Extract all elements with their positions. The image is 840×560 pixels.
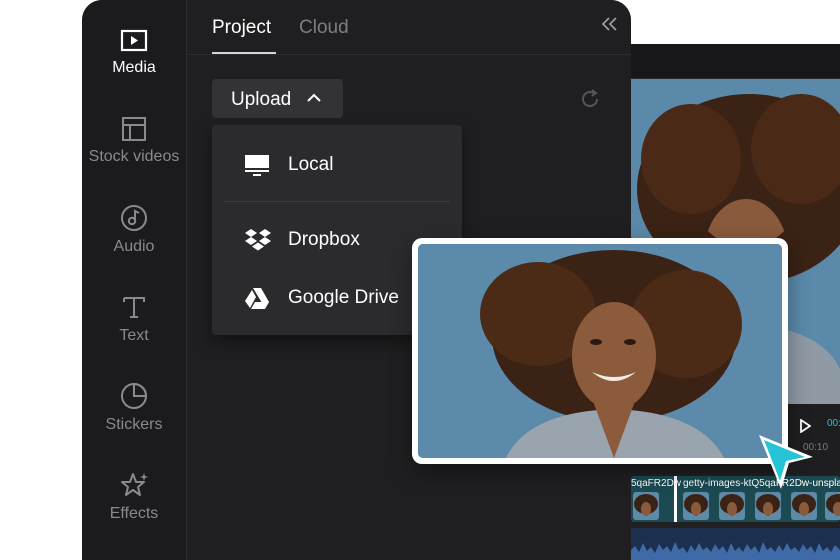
dragged-media-card[interactable] <box>412 238 788 464</box>
clip-thumbnail <box>791 492 817 520</box>
clip-thumbnail <box>633 492 659 520</box>
clip-thumbnail <box>825 492 840 520</box>
rail-item-label: Audio <box>113 238 155 255</box>
rail-item-media[interactable]: Media <box>82 29 186 77</box>
upload-label: Upload <box>231 89 292 110</box>
menu-divider <box>224 201 450 202</box>
clip-thumbnail <box>719 492 745 520</box>
clip-thumbnail <box>683 492 709 520</box>
rail-item-stickers[interactable]: Stickers <box>82 382 186 434</box>
upload-button[interactable]: Upload <box>212 79 343 118</box>
dropbox-icon <box>245 229 271 251</box>
rail-item-label: Stock videos <box>88 148 180 165</box>
google-drive-icon <box>245 288 269 309</box>
monitor-icon <box>245 155 269 176</box>
clip-thumbnail <box>755 492 781 520</box>
rail-item-audio[interactable]: Audio <box>82 204 186 256</box>
portrait-image <box>418 244 782 458</box>
rail-item-label: Stickers <box>105 416 163 433</box>
menu-item-label: Google Drive <box>288 287 399 308</box>
preview-header <box>631 44 840 79</box>
tabs-divider <box>187 54 631 55</box>
text-icon <box>123 297 145 318</box>
side-rail: Media Stock videos Audio Text Stickers E… <box>82 0 187 560</box>
media-icon <box>120 29 148 52</box>
menu-item-local[interactable]: Local <box>212 145 462 185</box>
menu-item-label: Dropbox <box>288 229 360 250</box>
layout-icon <box>122 117 146 141</box>
sparkle-star-icon <box>121 473 148 496</box>
tab-cloud[interactable]: Cloud <box>299 17 349 39</box>
double-chevron-left-icon <box>601 17 617 31</box>
dragged-media-thumbnail <box>418 244 782 458</box>
collapse-panel-button[interactable] <box>601 16 619 37</box>
rail-item-label: Media <box>112 59 156 76</box>
pointer-cursor-icon <box>759 435 813 489</box>
rail-item-label: Text <box>119 327 149 344</box>
chevron-up-icon <box>307 93 321 102</box>
rail-item-effects[interactable]: Effects <box>82 471 186 523</box>
sticker-icon <box>121 382 148 409</box>
tab-project[interactable]: Project <box>212 17 271 39</box>
menu-item-label: Local <box>288 154 334 175</box>
refresh-icon[interactable] <box>579 88 601 110</box>
rail-item-label: Effects <box>109 505 159 522</box>
audio-track[interactable] <box>631 528 840 560</box>
clip-split-handle[interactable] <box>674 476 677 522</box>
rail-item-text[interactable]: Text <box>82 293 186 345</box>
current-timecode: 00: <box>827 418 840 429</box>
music-icon <box>121 205 147 231</box>
audio-waveform <box>631 542 840 560</box>
rail-item-stock-videos[interactable]: Stock videos <box>82 116 186 166</box>
